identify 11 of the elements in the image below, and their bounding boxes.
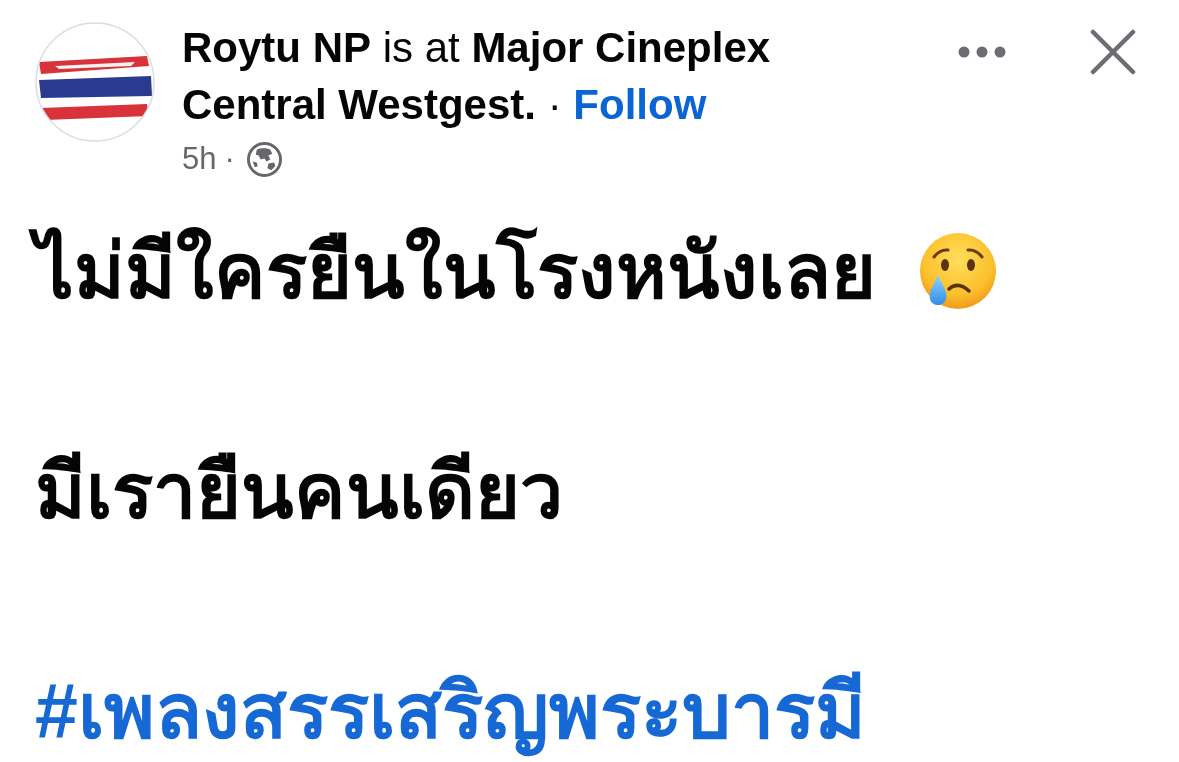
close-button[interactable]: [1089, 28, 1137, 76]
meta-separator: ·: [224, 141, 235, 177]
follow-link[interactable]: Follow: [573, 81, 707, 128]
post-text: ไม่มีใครยืนในโรงหนังเลย: [29, 220, 884, 322]
globe-icon: [246, 141, 282, 177]
hashtag-link[interactable]: #เพลงสรรเสริญพระบารมี: [29, 660, 874, 762]
post-header-title: Roytu NP is at Major Cineplex Central Westgest. · Follow: [182, 23, 772, 130]
post-text: มีเรายืนคนเดียว: [34, 447, 564, 536]
close-icon: [1090, 29, 1136, 75]
more-icon: [958, 46, 1006, 58]
post-time: 5h: [182, 141, 217, 177]
